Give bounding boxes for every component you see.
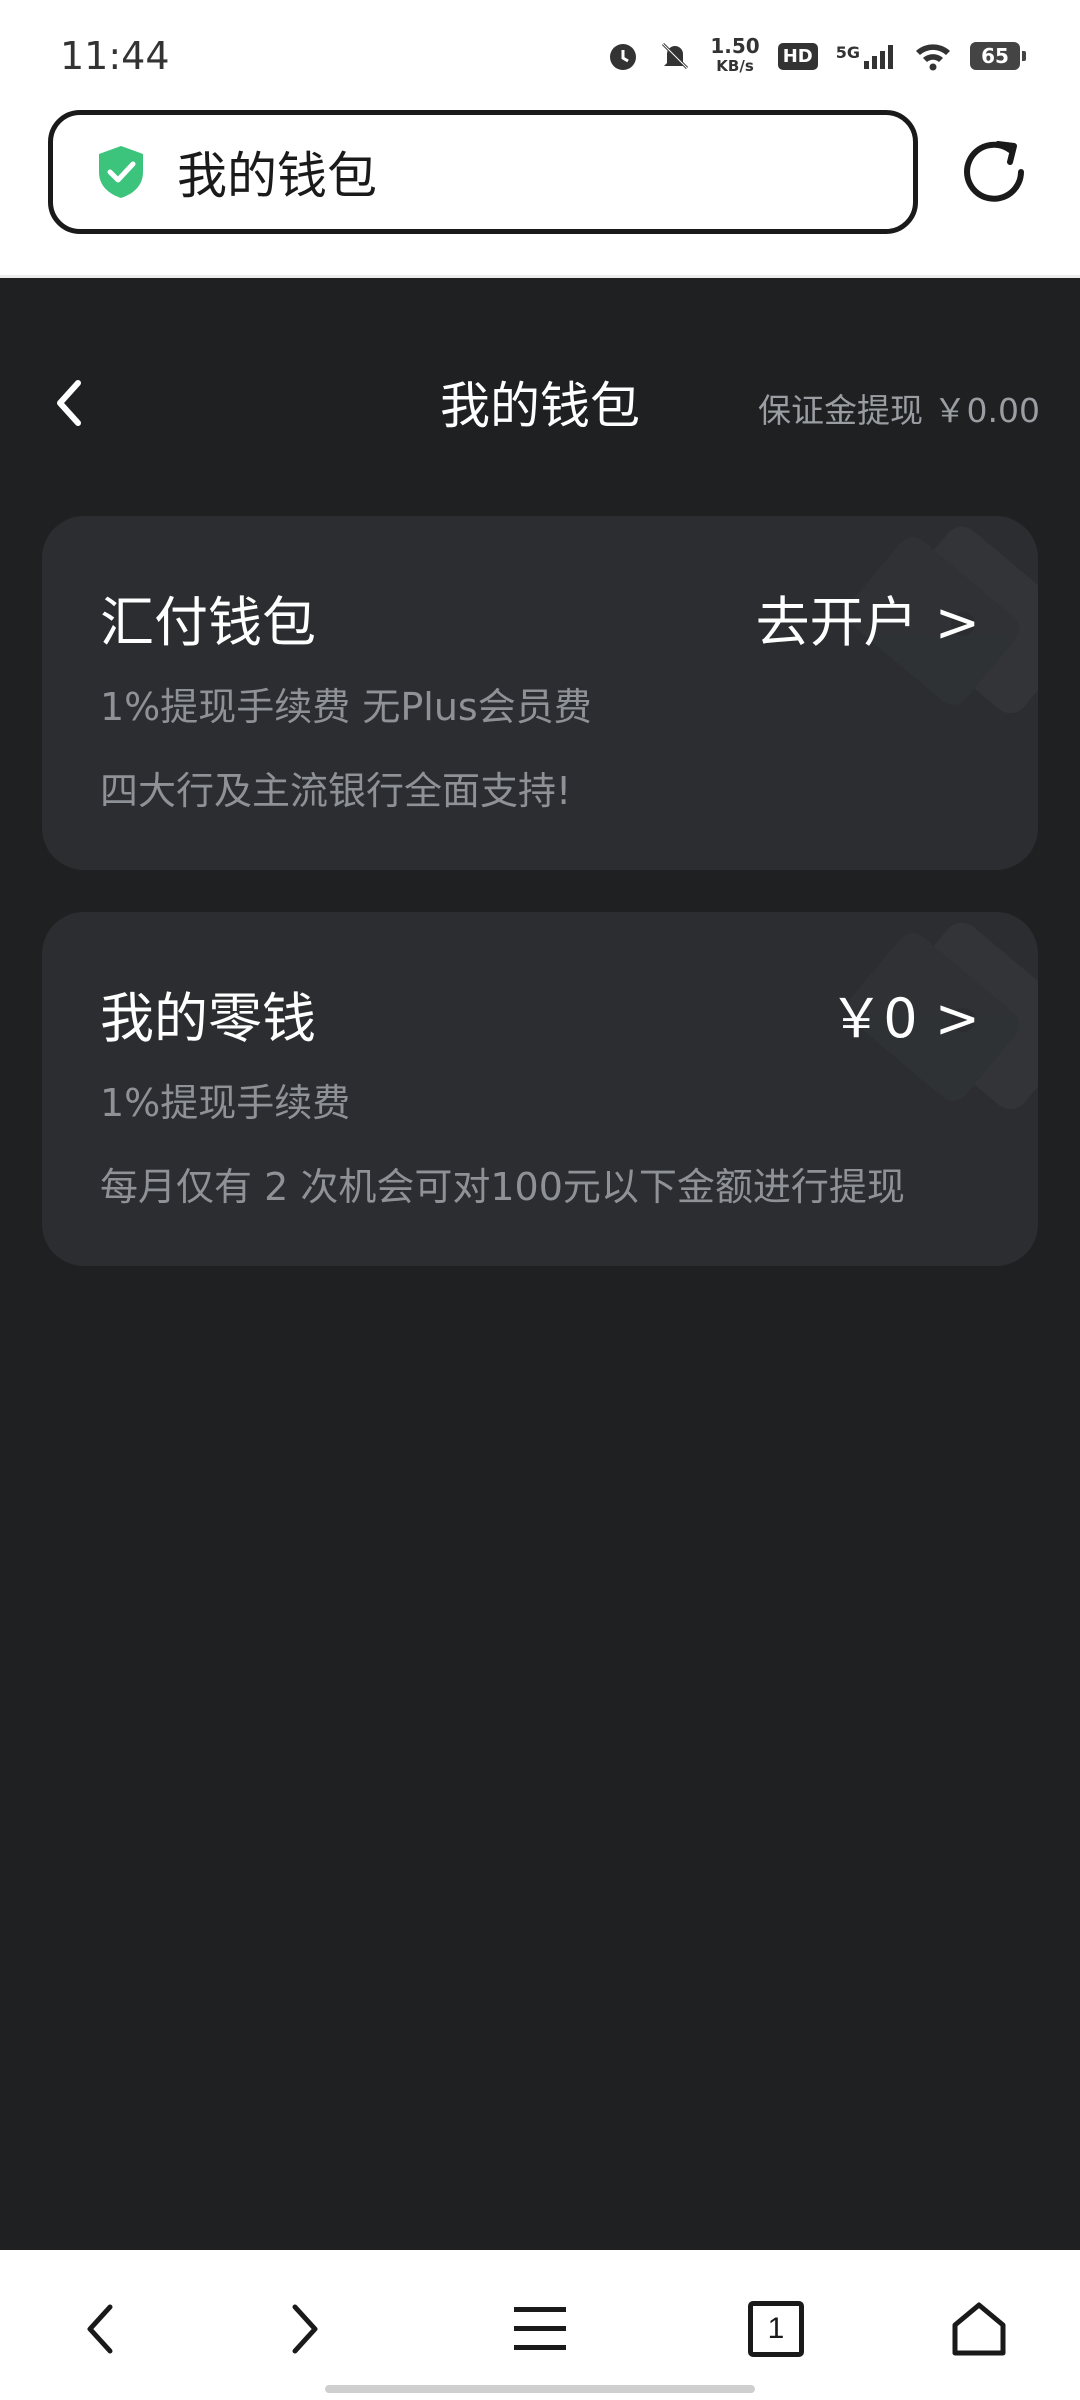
card-fee-text: 1%提现手续费 [100, 1081, 351, 1125]
open-account-button[interactable]: 去开户 > [756, 578, 980, 657]
nav-forward-button[interactable] [270, 2294, 340, 2364]
wallet-page: 我的钱包 保证金提现 ￥0.00 汇付钱包 去开户 > 1%提现手续费 无Plu… [0, 278, 1080, 2250]
balance-button[interactable]: ￥0 > [829, 974, 980, 1053]
menu-icon [514, 2307, 566, 2350]
nav-tabs-button[interactable]: 1 [741, 2294, 811, 2364]
tabs-count: 1 [767, 2312, 785, 2345]
forward-icon [292, 2304, 318, 2354]
home-icon [952, 2302, 1006, 2356]
address-bar[interactable]: 我的钱包 [48, 110, 918, 234]
card-title: 我的零钱 [100, 987, 316, 1050]
nav-menu-button[interactable] [505, 2294, 575, 2364]
deposit-withdraw-link[interactable]: 保证金提现 ￥0.00 [758, 384, 1040, 432]
net-speed: 1.50 KB/s [710, 34, 760, 75]
hd-icon: HD [777, 42, 818, 70]
alarm-icon [606, 39, 640, 73]
card-limit-text: 每月仅有 2 次机会可对100元以下金额进行提现 [100, 1165, 905, 1209]
network-label: 5G [835, 43, 860, 62]
card-fee-text: 1%提现手续费 无Plus会员费 [100, 685, 592, 729]
signal-icon: 5G [836, 43, 896, 69]
mute-icon [658, 39, 692, 73]
net-speed-unit: KB/s [716, 57, 754, 75]
browser-toolbar: 我的钱包 [0, 100, 1080, 278]
status-time: 11:44 [60, 34, 170, 78]
change-wallet-card[interactable]: 我的零钱 ￥0 > 1%提现手续费 每月仅有 2 次机会可对100元以下金额进行… [42, 912, 1038, 1266]
status-bar: 11:44 1.50 KB/s HD 5G 65 [0, 0, 1080, 100]
back-icon [87, 2304, 113, 2354]
nav-back-button[interactable] [65, 2294, 135, 2364]
card-support-text: 四大行及主流银行全面支持! [100, 769, 572, 813]
huifu-wallet-card[interactable]: 汇付钱包 去开户 > 1%提现手续费 无Plus会员费 四大行及主流银行全面支持… [42, 516, 1038, 870]
wifi-icon [914, 41, 952, 71]
nav-home-button[interactable] [944, 2294, 1014, 2364]
address-bar-title: 我的钱包 [177, 147, 377, 205]
browser-bottom-nav: 1 [0, 2250, 1080, 2400]
battery-icon: 65 [970, 42, 1026, 70]
home-indicator[interactable] [325, 2385, 755, 2393]
tabs-icon: 1 [748, 2301, 804, 2357]
shield-check-icon [99, 146, 143, 198]
net-speed-value: 1.50 [710, 34, 760, 58]
reload-icon[interactable] [958, 136, 1030, 208]
status-icons: 1.50 KB/s HD 5G 65 [606, 34, 1026, 78]
card-title: 汇付钱包 [100, 591, 316, 654]
